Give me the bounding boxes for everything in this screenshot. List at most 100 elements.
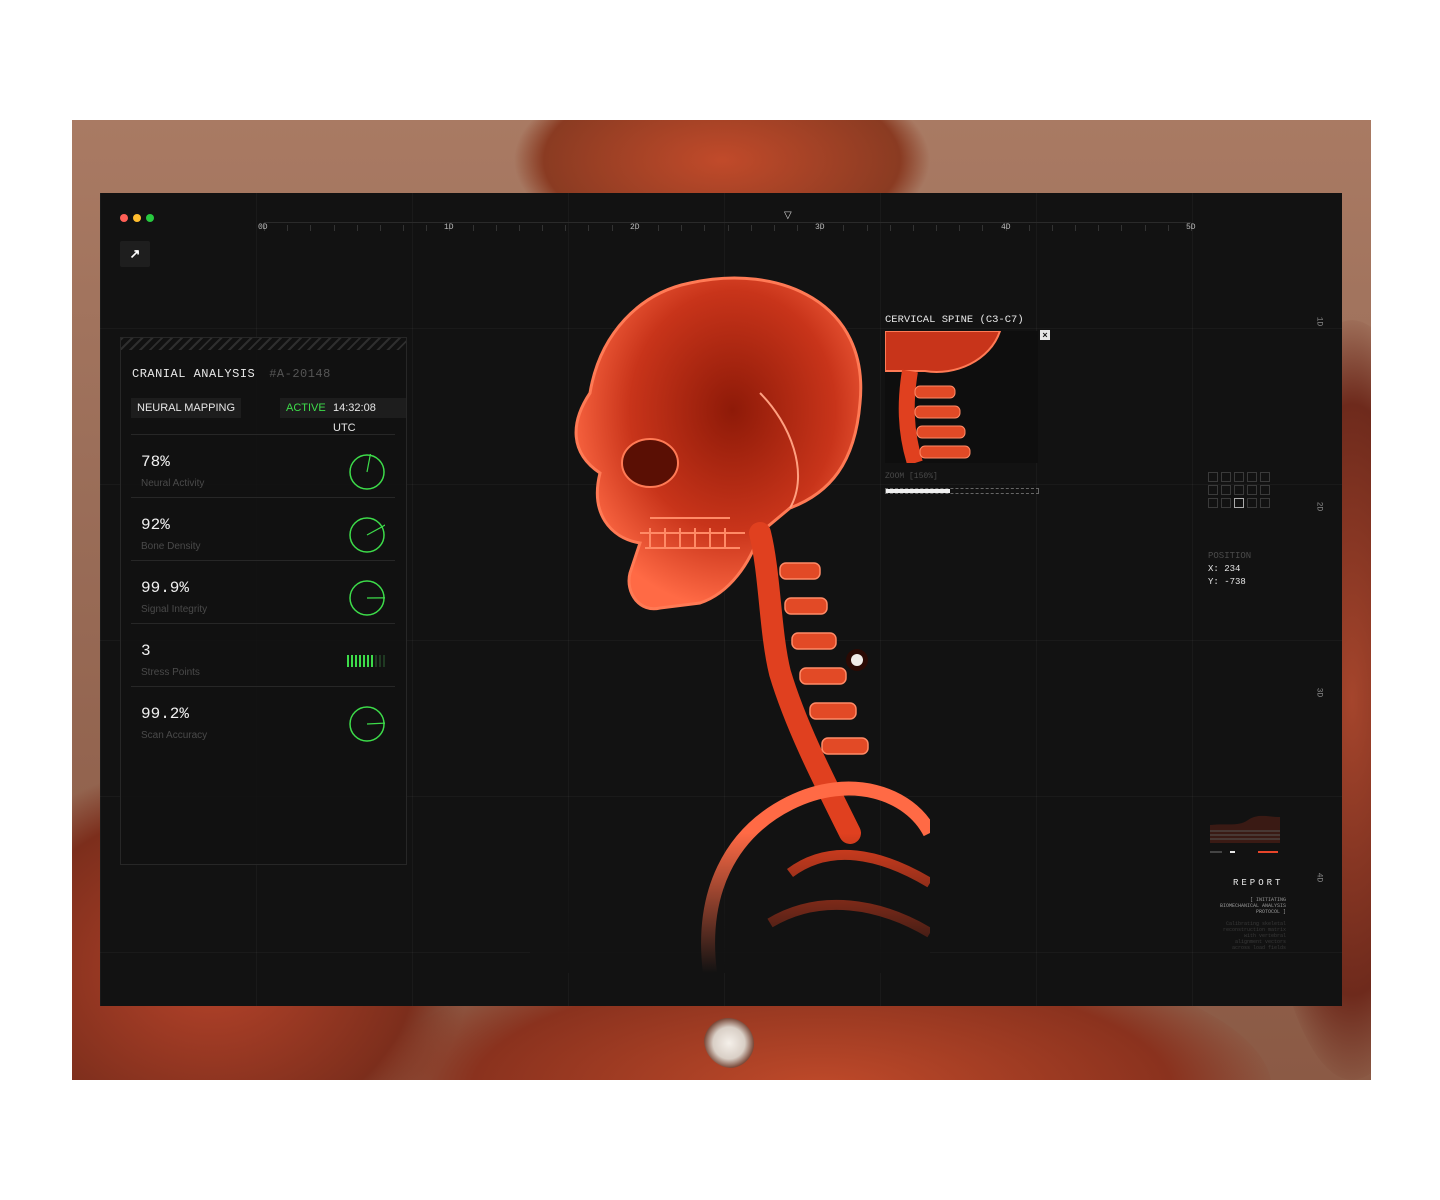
grid-cell[interactable] <box>1260 472 1270 482</box>
ruler-tick <box>866 225 868 231</box>
grid-cell[interactable] <box>1208 485 1218 495</box>
metric-row[interactable]: 92% Bone Density <box>131 497 395 560</box>
waveform-graph <box>1210 815 1280 853</box>
view-grid-selector[interactable] <box>1208 472 1270 508</box>
skeleton-xray-image <box>530 273 930 973</box>
panel-title-text: CRANIAL ANALYSIS <box>132 367 256 381</box>
ruler-tick <box>1075 225 1077 231</box>
ruler-tick <box>588 225 590 231</box>
minimize-dot[interactable] <box>133 214 141 222</box>
ruler-tick <box>889 225 891 231</box>
grid-cell[interactable] <box>1247 498 1257 508</box>
metric-value: 99.2% <box>141 705 190 723</box>
zoom-label: ZOOM [150%] <box>885 472 938 481</box>
metric-label: Neural Activity <box>141 478 205 489</box>
gauge-needle <box>366 454 372 473</box>
ruler-tick <box>1144 225 1146 231</box>
close-icon[interactable]: × <box>1040 330 1050 340</box>
report-title[interactable]: REPORT <box>1233 878 1283 888</box>
metric-value: 99.9% <box>141 579 190 597</box>
ruler-label: 4D <box>1001 223 1011 232</box>
grid-cell[interactable] <box>1221 485 1231 495</box>
arrow-up-right-icon[interactable]: ↗ <box>120 241 150 267</box>
ruler-tick <box>912 225 914 231</box>
gauge-dial <box>349 517 385 553</box>
grid-cell[interactable] <box>1260 485 1270 495</box>
grid-cell[interactable] <box>1234 498 1244 508</box>
metric-label: Scan Accuracy <box>141 730 208 741</box>
stress-bar <box>367 655 369 667</box>
timestamp: 14:32:08 UTC <box>327 398 406 434</box>
position-readout: POSITION X: 234 Y: -738 <box>1208 550 1251 589</box>
triangle-down-icon[interactable]: ▽ <box>784 210 792 221</box>
metric-row[interactable]: 78% Neural Activity <box>131 434 395 497</box>
grid-cell[interactable] <box>1234 472 1244 482</box>
ruler-tick <box>681 225 683 231</box>
metric-label: Stress Points <box>141 667 200 678</box>
grid-cell[interactable] <box>1234 485 1244 495</box>
stress-bar <box>383 655 385 667</box>
grid-cell[interactable] <box>1208 472 1218 482</box>
metric-row[interactable]: 99.9% Signal Integrity <box>131 560 395 623</box>
side-ruler-label: 1D <box>1314 316 1324 327</box>
grid-cell[interactable] <box>1247 472 1257 482</box>
app-window: ↗ ▽ 0D 1D 2D 3D 4D 5D 1D 2D 3D 4D CRANIA… <box>100 193 1342 1006</box>
ruler-tick <box>1051 225 1053 231</box>
report-line: across load fields <box>1231 945 1286 951</box>
metric-label: Signal Integrity <box>141 604 208 615</box>
zoom-slider[interactable] <box>885 488 1039 494</box>
ruler-tick <box>379 225 381 231</box>
position-y: Y: -738 <box>1208 577 1246 587</box>
ruler-tick <box>472 225 474 231</box>
close-dot[interactable] <box>120 214 128 222</box>
gauge-needle <box>366 722 385 725</box>
ruler-tick <box>657 225 659 231</box>
stress-bar <box>347 655 349 667</box>
ruler-tick <box>333 225 335 231</box>
metric-value: 3 <box>141 642 151 660</box>
ruler-tick <box>727 225 729 231</box>
mode-tag[interactable]: NEURAL MAPPING <box>131 398 242 418</box>
ruler-tick <box>773 225 775 231</box>
panel-title: CRANIAL ANALYSIS #A-20148 <box>132 367 331 381</box>
panel-id: #A-20148 <box>269 367 331 381</box>
ruler-tick <box>843 225 845 231</box>
metric-row[interactable]: 3 Stress Points <box>131 623 395 686</box>
cranial-analysis-panel: CRANIAL ANALYSIS #A-20148 NEURAL MAPPING … <box>120 337 407 865</box>
stress-bar <box>359 655 361 667</box>
report-log: [ INITIATING BIOMECHANICAL ANALYSIS PROT… <box>1198 897 1286 951</box>
ruler-tick <box>1098 225 1100 231</box>
stress-bar <box>355 655 357 667</box>
position-x: X: 234 <box>1208 564 1241 574</box>
ruler-tick <box>1167 225 1169 231</box>
ruler-tick <box>704 225 706 231</box>
gauge-dial <box>349 454 385 490</box>
gauge-dial <box>349 706 385 742</box>
ruler-label: 3D <box>815 223 825 232</box>
ruler-tick <box>518 225 520 231</box>
grid-cell[interactable] <box>1221 498 1231 508</box>
stress-bar <box>371 655 373 667</box>
side-ruler-label: 3D <box>1314 687 1324 698</box>
inset-title: CERVICAL SPINE (C3-C7) <box>885 314 1024 326</box>
ruler-label: 5D <box>1186 223 1196 232</box>
ruler-tick <box>982 225 984 231</box>
side-ruler-label: 2D <box>1314 501 1324 512</box>
top-ruler <box>264 222 1192 241</box>
grid-cell[interactable] <box>1221 472 1231 482</box>
stress-bar <box>363 655 365 667</box>
maximize-dot[interactable] <box>146 214 154 222</box>
window-controls <box>120 214 154 222</box>
grid-cell[interactable] <box>1260 498 1270 508</box>
ruler-tick <box>611 225 613 231</box>
metric-value: 92% <box>141 516 170 534</box>
grid-cell[interactable] <box>1208 498 1218 508</box>
position-label: POSITION <box>1208 551 1252 561</box>
stress-bar <box>375 655 377 667</box>
metric-row[interactable]: 99.2% Scan Accuracy <box>131 686 395 749</box>
grid-cell[interactable] <box>1247 485 1257 495</box>
ruler-tick <box>356 225 358 231</box>
ruler-label: 1D <box>444 223 454 232</box>
metric-label: Bone Density <box>141 541 201 552</box>
ruler-tick <box>959 225 961 231</box>
